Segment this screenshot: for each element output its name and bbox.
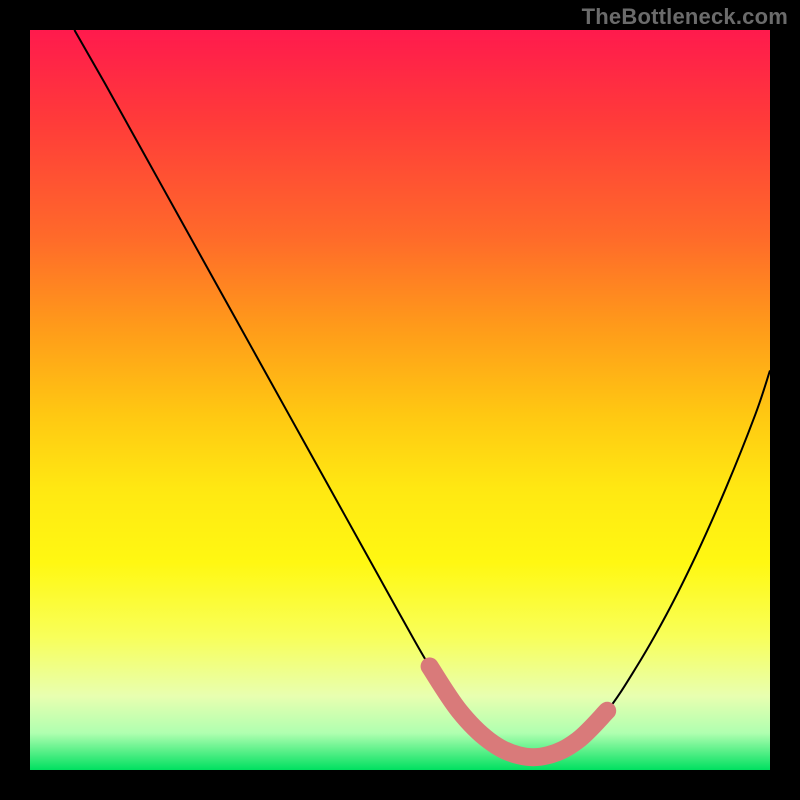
chart-svg	[30, 30, 770, 770]
outer-frame: TheBottleneck.com	[0, 0, 800, 800]
optimal-range-highlight	[430, 666, 608, 757]
bottleneck-curve	[74, 30, 770, 757]
watermark-text: TheBottleneck.com	[582, 4, 788, 30]
